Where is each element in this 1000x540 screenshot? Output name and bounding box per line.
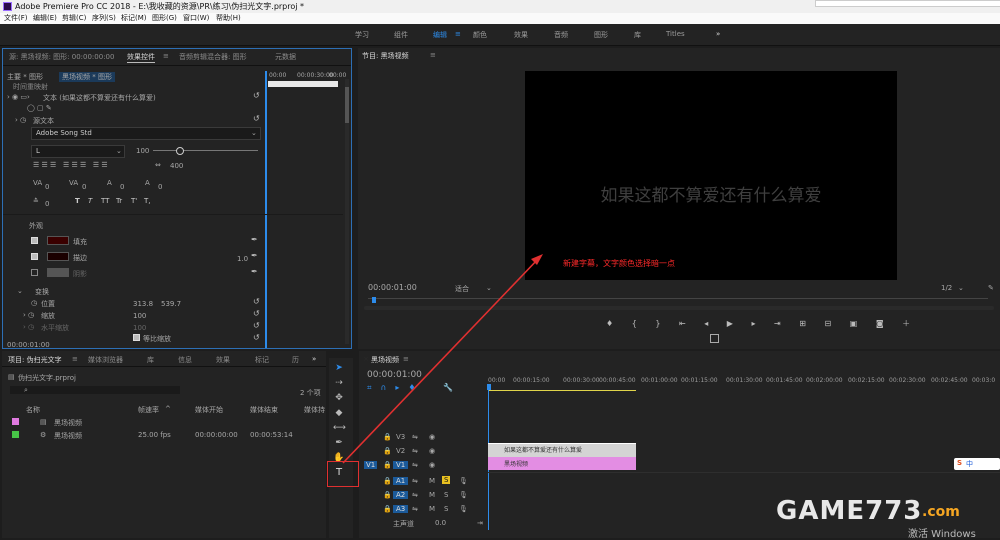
annotation-arrow	[342, 254, 543, 464]
